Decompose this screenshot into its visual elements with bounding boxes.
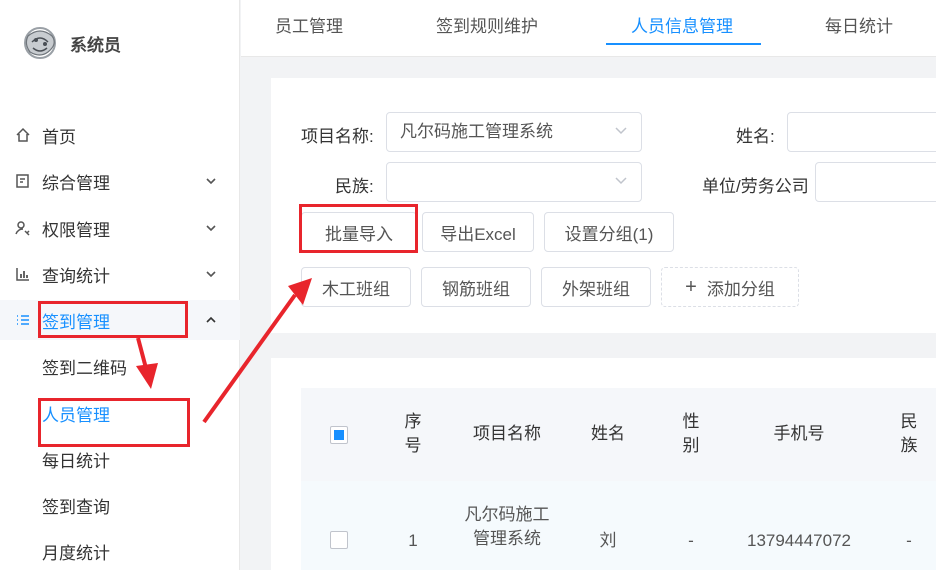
sidebar-subitem-checkin-query[interactable]: 签到查询 — [0, 485, 240, 525]
project-label: 项目名称: — [301, 127, 374, 146]
column-header-nation: 民族 — [900, 412, 918, 455]
sidebar-item-label: 权限管理 — [42, 220, 110, 240]
annotation-box-checkin-management — [38, 301, 188, 338]
name-label: 姓名: — [736, 127, 775, 146]
cell-project: 凡尔码施工管理系统 — [464, 505, 550, 548]
group-tag-rebar[interactable]: 钢筋班组 — [421, 267, 531, 307]
active-tab-indicator — [606, 43, 761, 45]
brand: 系统员 — [18, 22, 121, 64]
sidebar-subitem-label: 每日统计 — [42, 451, 110, 471]
logo-icon — [24, 27, 56, 59]
annotation-box-personnel — [38, 398, 190, 447]
group-tag-label: 钢筋班组 — [442, 279, 510, 299]
sidebar-subitem-label: 签到查询 — [42, 497, 110, 517]
cell-phone: 13794447072 — [746, 531, 851, 550]
add-group-label: 添加分组 — [706, 279, 775, 299]
cell-name: 刘 — [599, 531, 617, 550]
company-input[interactable] — [815, 162, 936, 202]
plus-icon: + — [685, 275, 697, 298]
cell-gender: - — [688, 531, 694, 550]
chevron-down-icon — [206, 178, 216, 185]
column-header-index: 序号 — [404, 412, 422, 455]
sidebar-item-query-stats[interactable]: 查询统计 — [0, 254, 240, 294]
table-row[interactable]: 1 凡尔码施工管理系统 刘 - 13794447072 - — [301, 481, 936, 570]
sidebar-item-home[interactable]: 首页 — [0, 115, 240, 155]
cell-index: 1 — [408, 531, 418, 550]
sidebar-item-general[interactable]: 综合管理 — [0, 161, 240, 201]
name-input[interactable] — [787, 112, 936, 152]
list-icon — [14, 311, 32, 329]
tab-checkin-rules[interactable]: 签到规则维护 — [436, 12, 538, 37]
user-key-icon — [14, 219, 32, 237]
sidebar-subitem-monthly-stats[interactable]: 月度统计 — [0, 531, 240, 570]
select-all-checkbox[interactable] — [330, 426, 348, 444]
chevron-down-icon — [206, 225, 216, 232]
group-tag-scaffold[interactable]: 外架班组 — [541, 267, 651, 307]
chevron-down-icon — [615, 127, 627, 135]
home-icon — [14, 126, 32, 144]
table-card: 序号 项目名称 姓名 性别 手机号 民族 1 凡尔码施工管理系统 刘 - 137… — [271, 358, 936, 570]
column-header-gender: 性别 — [682, 412, 700, 455]
window-icon — [14, 172, 32, 190]
column-header-phone: 手机号 — [773, 424, 825, 443]
sidebar-subitem-label: 月度统计 — [42, 543, 110, 563]
table-header: 序号 项目名称 姓名 性别 手机号 民族 — [301, 388, 936, 481]
cell-nation: - — [906, 531, 912, 550]
sidebar-item-permissions[interactable]: 权限管理 — [0, 208, 240, 248]
annotation-box-batch-import — [299, 204, 418, 253]
add-group-button[interactable]: + 添加分组 — [661, 267, 799, 307]
sidebar-item-label: 首页 — [42, 127, 76, 147]
tab-personnel-info[interactable]: 人员信息管理 — [631, 12, 733, 37]
group-tag-carpentry[interactable]: 木工班组 — [301, 267, 411, 307]
top-tabs: 员工管理 签到规则维护 人员信息管理 每日统计 — [241, 0, 936, 57]
group-tag-label: 外架班组 — [562, 279, 630, 299]
bar-chart-icon — [14, 265, 32, 283]
sidebar-subitem-label: 签到二维码 — [42, 358, 127, 378]
column-header-name: 姓名 — [591, 424, 625, 443]
chevron-down-icon — [206, 271, 216, 278]
nation-select[interactable] — [386, 162, 642, 202]
row-checkbox[interactable] — [330, 531, 348, 549]
sidebar-subitem-checkin-qrcode[interactable]: 签到二维码 — [0, 346, 240, 386]
tab-employee-management[interactable]: 员工管理 — [275, 12, 343, 37]
project-select-value: 凡尔码施工管理系统 — [400, 122, 553, 141]
set-group-button[interactable]: 设置分组(1) — [544, 212, 674, 252]
nation-label: 民族: — [335, 177, 374, 196]
sidebar-item-label: 综合管理 — [42, 173, 110, 193]
chevron-up-icon — [206, 316, 216, 323]
sidebar-item-label: 查询统计 — [42, 266, 110, 286]
sidebar: 系统员 首页 综合管理 权限管理 查询统计 签到管理 签到二维码 人员管理 每日… — [0, 0, 240, 570]
column-header-project: 项目名称 — [473, 424, 541, 443]
chevron-down-icon — [615, 177, 627, 185]
set-group-label: 设置分组(1) — [564, 224, 654, 244]
export-excel-button[interactable]: 导出Excel — [422, 212, 534, 252]
app-name: 系统员 — [70, 35, 121, 55]
project-select[interactable]: 凡尔码施工管理系统 — [386, 112, 642, 152]
tab-daily-stats[interactable]: 每日统计 — [825, 12, 893, 37]
group-tag-label: 木工班组 — [322, 279, 390, 299]
company-label: 单位/劳务公司 — [702, 177, 809, 196]
export-excel-label: 导出Excel — [440, 224, 516, 244]
